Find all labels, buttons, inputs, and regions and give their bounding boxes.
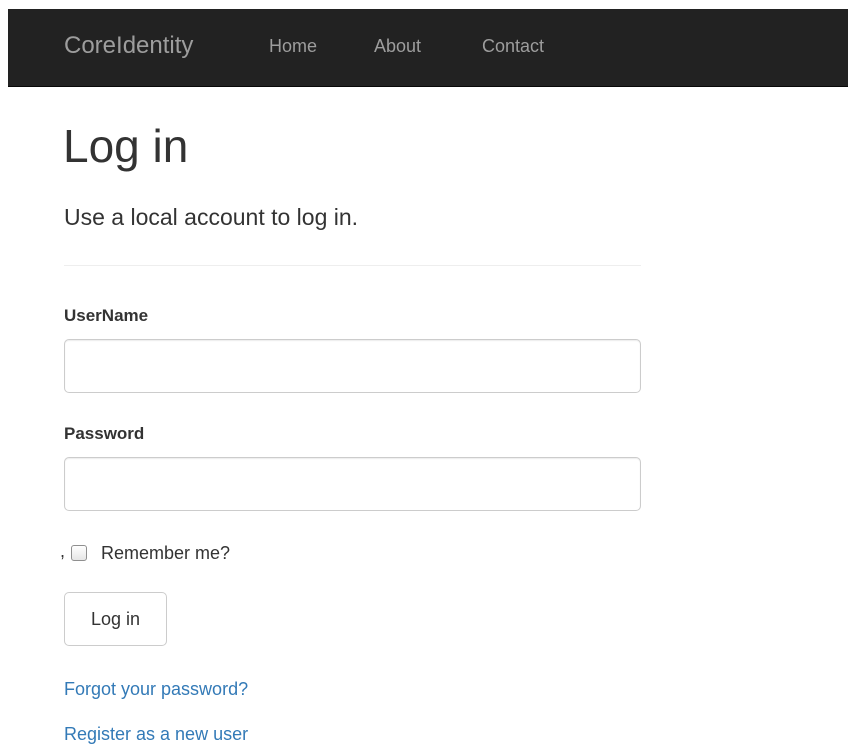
username-label: UserName (64, 306, 149, 325)
nav-link-about[interactable]: About (374, 35, 421, 57)
username-input[interactable] (64, 339, 641, 393)
remember-prefix-text: , (60, 540, 66, 561)
nav-link-contact[interactable]: Contact (482, 35, 544, 57)
password-label: Password (64, 424, 145, 443)
forgot-password-link[interactable]: Forgot your password? (64, 678, 248, 700)
nav-link-home[interactable]: Home (269, 35, 317, 57)
page-title: Log in (63, 120, 189, 172)
remember-me-checkbox[interactable] (71, 545, 88, 561)
brand-link[interactable]: CoreIdentity (64, 31, 193, 61)
register-link[interactable]: Register as a new user (64, 723, 248, 745)
remember-me-row: , Remember me? (60, 540, 230, 566)
page-subtitle: Use a local account to log in. (64, 204, 359, 230)
divider (64, 265, 641, 266)
navbar: CoreIdentity Home About Contact (8, 9, 848, 87)
login-button[interactable]: Log in (64, 592, 167, 646)
password-input[interactable] (64, 457, 641, 511)
remember-me-label[interactable]: Remember me? (101, 541, 230, 565)
